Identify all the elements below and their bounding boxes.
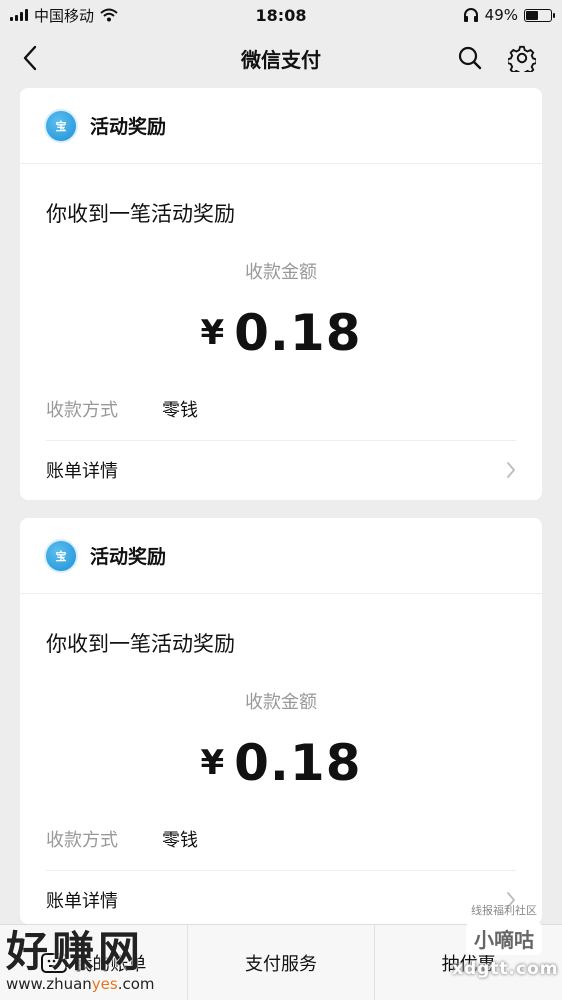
status-bar: 中国移动 18:08 49%: [0, 0, 562, 30]
status-right: 49%: [463, 6, 555, 24]
menu-discounts[interactable]: 抽优惠: [375, 925, 562, 1000]
menu-label: 抽优惠: [441, 953, 496, 975]
bill-details-label: 账单详情: [46, 461, 118, 482]
app-name: 活动奖励: [90, 116, 167, 138]
method-label: 收款方式: [46, 830, 118, 851]
app-name: 活动奖励: [90, 546, 167, 568]
card-header: 宝 活动奖励: [20, 518, 542, 594]
back-button[interactable]: [14, 42, 46, 74]
bill-details-link[interactable]: 账单详情: [20, 441, 542, 499]
payment-method-row: 收款方式 零钱: [20, 378, 542, 440]
settings-button[interactable]: [506, 42, 538, 74]
method-value: 零钱: [162, 830, 198, 851]
currency-symbol: ¥: [200, 743, 225, 783]
amount-label: 收款金额: [245, 692, 317, 713]
app-logo-icon: 宝: [44, 108, 78, 143]
battery-percent: 49%: [484, 6, 518, 24]
amount-label: 收款金额: [245, 262, 317, 283]
card-header: 宝 活动奖励: [20, 88, 542, 164]
currency-symbol: ¥: [200, 313, 225, 353]
bottom-menu-bar: 我的账单 支付服务 抽优惠: [0, 924, 562, 1000]
amount-row: ¥ 0.18: [20, 298, 542, 368]
card-title: 你收到一笔活动奖励: [46, 632, 235, 656]
menu-label: 支付服务: [245, 953, 317, 975]
amount-value: 0.18: [234, 304, 362, 362]
chevron-right-icon: [507, 462, 516, 478]
method-value: 零钱: [162, 400, 198, 421]
gear-icon: [508, 45, 536, 72]
app-logo-icon: 宝: [44, 538, 78, 573]
method-label: 收款方式: [46, 400, 118, 421]
menu-my-bills[interactable]: 我的账单: [0, 925, 188, 1000]
amount-value: 0.18: [234, 734, 362, 792]
payment-card: 宝 活动奖励 你收到一笔活动奖励 收款金额 ¥ 0.18 收款方式 零钱 账单详…: [20, 518, 542, 924]
headphones-icon: [463, 8, 478, 22]
signal-icon: [10, 9, 28, 21]
card-title: 你收到一笔活动奖励: [46, 202, 235, 226]
nav-bar: 微信支付: [0, 30, 562, 86]
status-left: 中国移动: [10, 5, 118, 26]
battery-fill: [526, 10, 538, 20]
search-icon: [458, 46, 482, 70]
menu-payment-services[interactable]: 支付服务: [188, 925, 376, 1000]
battery-icon: [524, 8, 555, 22]
chevron-left-icon: [23, 45, 37, 71]
keyboard-icon: [41, 952, 68, 973]
carrier-label: 中国移动: [34, 6, 95, 25]
chevron-right-icon: [507, 892, 516, 908]
search-button[interactable]: [454, 42, 486, 74]
bill-details-link[interactable]: 账单详情: [20, 871, 542, 924]
menu-label: 我的账单: [74, 953, 147, 975]
wifi-icon: [100, 8, 118, 22]
bill-details-label: 账单详情: [46, 891, 118, 912]
amount-row: ¥ 0.18: [20, 728, 542, 798]
payment-method-row: 收款方式 零钱: [20, 808, 542, 870]
payment-card: 宝 活动奖励 你收到一笔活动奖励 收款金额 ¥ 0.18 收款方式 零钱 账单详…: [20, 88, 542, 500]
